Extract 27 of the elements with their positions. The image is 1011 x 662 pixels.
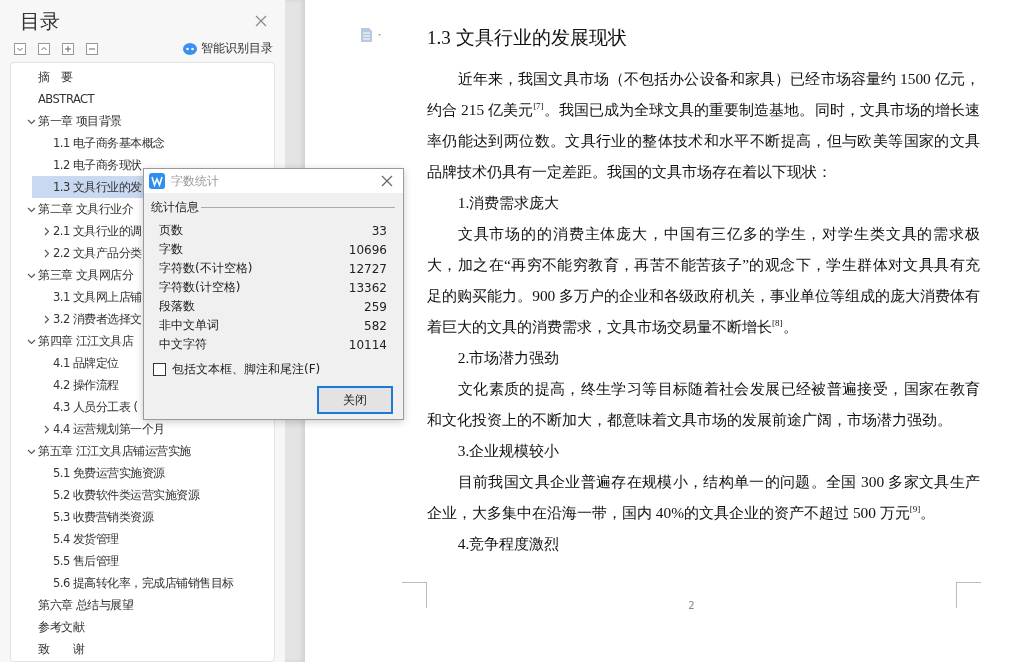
stat-label: 字符数(计空格) (159, 279, 241, 296)
stat-label: 字符数(不计空格) (159, 260, 253, 277)
stat-value: 10696 (348, 242, 387, 257)
panel-title: 目录 (20, 7, 60, 35)
list-heading: 3.企业规模较小 (456, 441, 561, 461)
stat-label: 中文字符 (159, 336, 207, 353)
stat-label: 页数 (159, 222, 183, 239)
stat-value: 259 (364, 299, 387, 314)
stat-label: 段落数 (159, 298, 195, 315)
stat-value: 582 (364, 318, 387, 333)
list-heading: 2.市场潜力强劲 (456, 348, 561, 368)
stat-value: 13362 (348, 280, 387, 295)
stat-value: 10114 (348, 337, 387, 352)
body-paragraph: 目前我国文具企业普遍存在规模小，结构单一的问题。全国 300 多家文具生产企业，大多集中在沿海一带，国内 40%的文具企业的资产不超过 500 万元$^{[9]}$。 (427, 472, 980, 523)
section-heading: 1.3 文具行业的发展现状 (427, 26, 628, 50)
body-paragraph: 文具市场的的消费主体庞大，中国有三亿多的学生，对学生类文具的需求极大，加之在“再穷不能穷教育，再苦不能苦孩子”的观念下，学生群体对文具具有充足的购买能力。900 多万户的企业和各级政府机关，事业单位等组成的庞大消费体有着巨大的文具的消费需求，文具市场交易量不断增长$^{[8]}$。 (427, 224, 980, 337)
stat-value: 12727 (348, 261, 387, 276)
stat-label: 非中文单词 (159, 317, 219, 334)
body-paragraph: 近年来，我国文具市场（不包括办公设备和家具）已经市场容量约 1500 亿元，约合 215 亿美元$^{[7]}$。我国已成为全球文具的重要制造基地。同时，文具市场的增长速率仍能达到两位数。文具行业的整体技术和水平不断提高，但与欧美等国家的文具品牌技术仍具有一定差距。我国的文具市场存在着以下现状： (427, 69, 980, 182)
list-heading: 1.消费需求庞大 (456, 193, 561, 213)
stat-value: 33 (371, 223, 387, 238)
group-label: 统计信息 (151, 199, 199, 216)
dialog-title: 字数统计 (171, 172, 220, 190)
page-number: 2 (687, 599, 696, 611)
body-paragraph: 文化素质的提高，终生学习等目标随着社会发展已经被普遍接受，国家在教育和文化投资上的不断加大，都意味着文具市场的发展前途广阔，市场潜力强劲。 (427, 379, 980, 430)
list-heading: 4.竞争程度激烈 (456, 534, 561, 554)
stat-label: 字数 (159, 241, 183, 258)
